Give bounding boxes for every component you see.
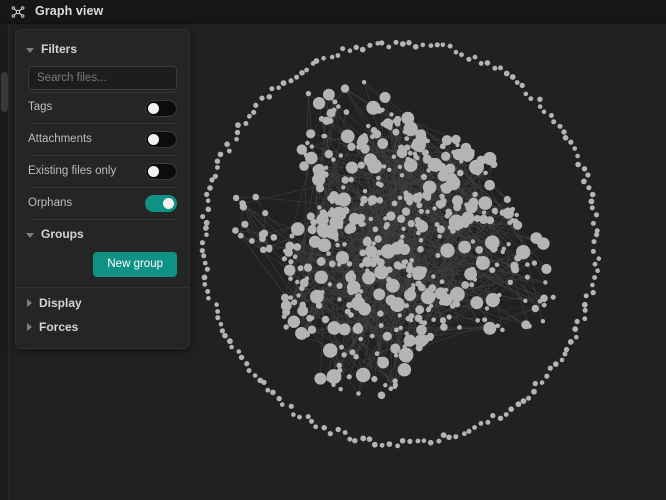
section-title-forces: Forces xyxy=(39,319,79,334)
search-input[interactable] xyxy=(28,66,177,90)
filter-row-attachments: Attachments xyxy=(28,124,177,156)
groups-section-body: New group xyxy=(16,243,189,288)
section-title-display: Display xyxy=(39,295,82,310)
filters-toggle-list: Tags Attachments Existing files only Orp… xyxy=(16,92,189,220)
filter-toggle-attachments[interactable] xyxy=(145,131,177,148)
graph-view-app: Graph view Filters Tags Attachments xyxy=(0,0,666,500)
section-header-display[interactable]: Display xyxy=(16,288,189,315)
section-header-filters[interactable]: Filters xyxy=(16,40,189,58)
chevron-down-icon-filters[interactable] xyxy=(26,47,34,53)
filter-toggle-orphans[interactable] xyxy=(145,195,177,212)
filter-toggle-existing-files-only[interactable] xyxy=(145,163,177,180)
toggle-knob xyxy=(163,198,174,209)
ribbon-resize-handle[interactable] xyxy=(1,72,8,112)
toggle-knob xyxy=(148,166,159,177)
filter-label-orphans: Orphans xyxy=(28,196,73,209)
filter-row-orphans: Orphans xyxy=(28,188,177,220)
section-header-groups[interactable]: Groups xyxy=(16,220,189,243)
window-titlebar: Graph view xyxy=(0,0,666,24)
filter-label-existing-files-only: Existing files only xyxy=(28,164,117,177)
left-ribbon-strip xyxy=(0,24,9,500)
chevron-right-icon-display[interactable] xyxy=(27,298,32,307)
page-title: Graph view xyxy=(35,4,104,19)
graph-node-icon xyxy=(11,5,25,18)
toggle-knob xyxy=(148,102,159,114)
filter-row-existing-files-only: Existing files only xyxy=(28,156,177,188)
section-title-filters: Filters xyxy=(41,42,78,56)
search-field-wrapper xyxy=(16,58,189,92)
graph-settings-panel: Filters Tags Attachments Existing files … xyxy=(15,29,190,349)
chevron-down-icon-groups[interactable] xyxy=(26,232,34,238)
filter-row-tags: Tags xyxy=(28,92,177,124)
chevron-right-icon-forces[interactable] xyxy=(27,322,32,331)
section-header-forces[interactable]: Forces xyxy=(16,315,189,339)
filter-toggle-tags[interactable] xyxy=(145,99,177,117)
section-title-groups: Groups xyxy=(41,227,84,241)
toggle-knob xyxy=(148,134,159,145)
filter-label-tags: Tags xyxy=(28,101,53,114)
filter-label-attachments: Attachments xyxy=(28,132,92,145)
new-group-button[interactable]: New group xyxy=(93,252,177,277)
